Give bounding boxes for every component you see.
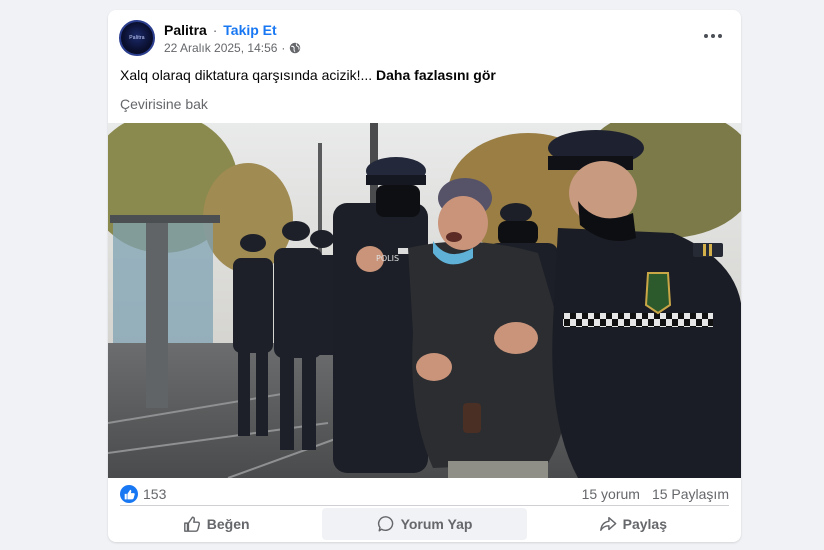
post-meta: 22 Aralık 2025, 14:56 ·	[164, 41, 301, 55]
thumbs-up-reaction-icon[interactable]	[120, 485, 138, 503]
reaction-count[interactable]: 153	[143, 486, 166, 502]
avatar-logo-text: Palitra	[129, 35, 145, 41]
post-header: Palitra Palitra · Takip Et 22 Aralık 202…	[108, 10, 741, 60]
photo-badge-label: POLIS	[376, 254, 399, 263]
globe-icon	[290, 42, 301, 54]
post-timestamp[interactable]: 22 Aralık 2025, 14:56	[164, 41, 277, 55]
post-body: Xalq olaraq diktatura qarşısında acizik!…	[120, 67, 496, 83]
post-text-content: Xalq olaraq diktatura qarşısında acizik!…	[120, 67, 373, 83]
post-photo[interactable]: POLIS	[108, 123, 741, 478]
post-author-line: Palitra · Takip Et	[164, 22, 277, 38]
comment-button[interactable]: Yorum Yap	[322, 508, 527, 540]
share-arrow-icon	[599, 516, 616, 532]
comment-count[interactable]: 15 yorum	[582, 486, 640, 502]
share-button-label: Paylaş	[622, 516, 667, 532]
comment-bubble-icon	[377, 516, 393, 532]
more-options-icon[interactable]	[701, 28, 725, 44]
engagement-counts: 15 yorum 15 Paylaşım	[582, 486, 729, 502]
comment-button-label: Yorum Yap	[400, 516, 473, 532]
post-actions-bar: Beğen Yorum Yap Paylaş	[108, 506, 741, 542]
like-button-label: Beğen	[206, 516, 250, 532]
like-button[interactable]: Beğen	[114, 508, 318, 540]
post-stats: 153 15 yorum 15 Paylaşım	[108, 482, 741, 506]
share-count[interactable]: 15 Paylaşım	[652, 486, 729, 502]
share-button[interactable]: Paylaş	[531, 508, 735, 540]
see-translation-link[interactable]: Çevirisine bak	[120, 96, 208, 112]
follow-button[interactable]: Takip Et	[223, 22, 276, 38]
page-name-link[interactable]: Palitra	[164, 22, 207, 38]
separator-dot: ·	[281, 41, 286, 55]
photo-illustration: POLIS	[108, 123, 741, 478]
page-avatar[interactable]: Palitra	[119, 20, 155, 56]
see-more-link[interactable]: Daha fazlasını gör	[376, 67, 496, 83]
name-separator: ·	[212, 22, 218, 38]
post-card: Palitra Palitra · Takip Et 22 Aralık 202…	[108, 10, 741, 542]
thumbs-up-icon	[183, 516, 200, 532]
